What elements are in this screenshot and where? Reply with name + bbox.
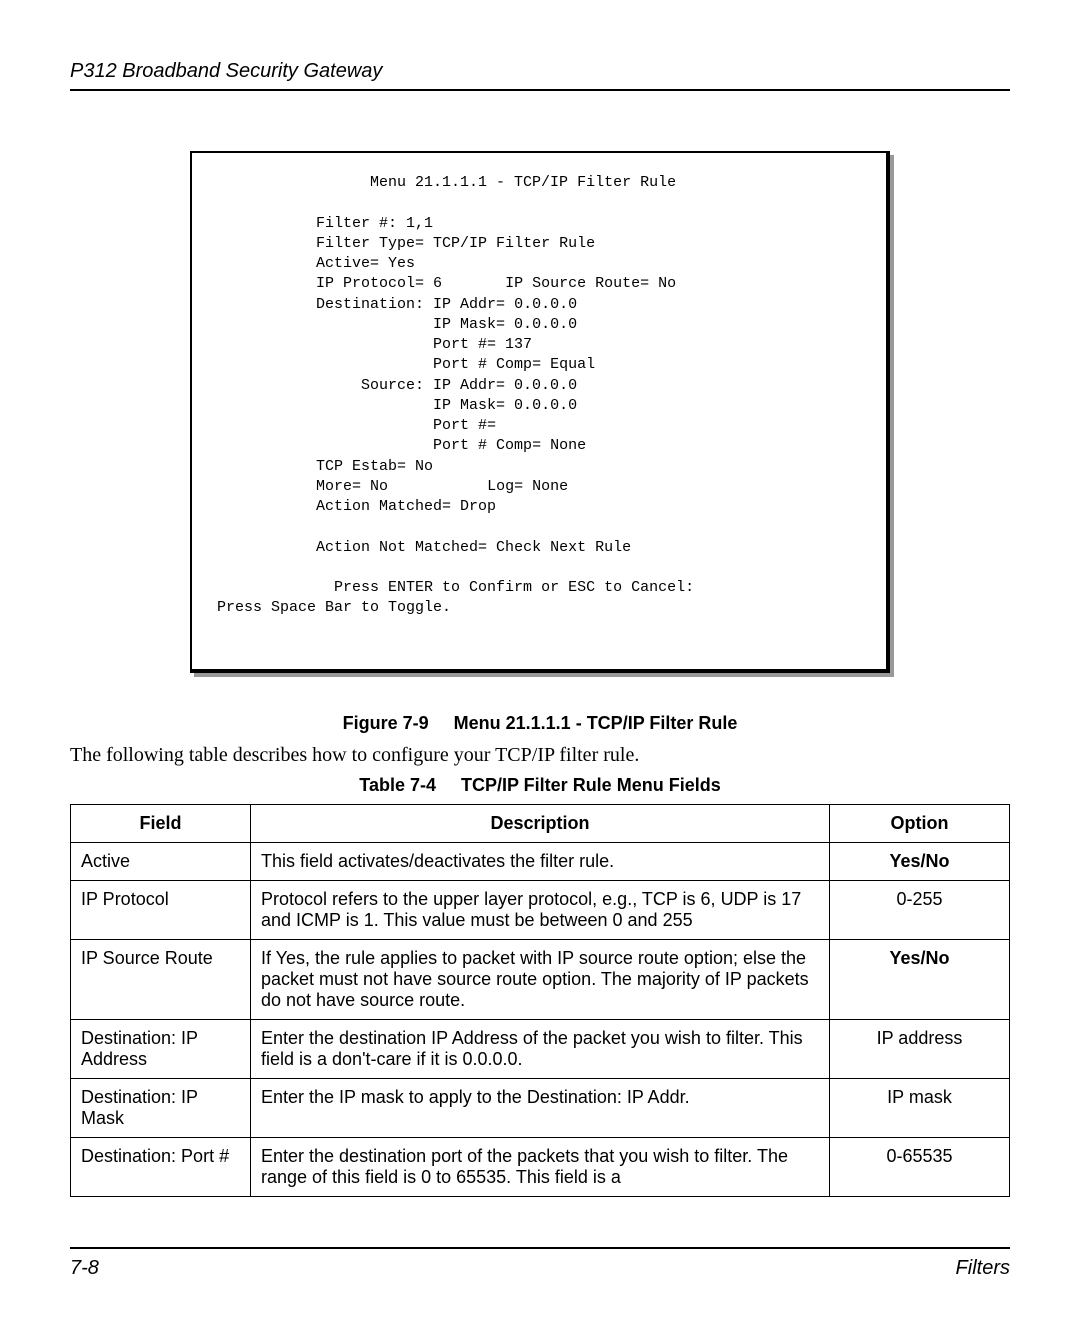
col-option: Option <box>830 804 1010 842</box>
field-cell: Destination: Port # <box>71 1137 251 1196</box>
option-cell: 0-65535 <box>830 1137 1010 1196</box>
table-label: Table 7-4 <box>359 775 436 795</box>
field-cell: Destination: IP Address <box>71 1019 251 1078</box>
tcp-estab: TCP Estab= No <box>316 458 433 475</box>
page-number: 7-8 <box>70 1257 99 1280</box>
active: Active= Yes <box>316 255 415 272</box>
field-cell: IP Source Route <box>71 939 251 1019</box>
col-field: Field <box>71 804 251 842</box>
figure-caption: Figure 7-9 Menu 21.1.1.1 - TCP/IP Filter… <box>70 713 1010 734</box>
log: Log= None <box>487 478 568 495</box>
option-cell: IP mask <box>830 1078 1010 1137</box>
toggle-prompt: Press Space Bar to Toggle. <box>217 599 451 616</box>
ip-source-route: IP Source Route= No <box>505 275 676 292</box>
src-port: Port #= <box>433 417 496 434</box>
table-row: Destination: IP AddressEnter the destina… <box>71 1019 1010 1078</box>
figure-title: Menu 21.1.1.1 - TCP/IP Filter Rule <box>454 713 738 733</box>
description-cell: This field activates/deactivates the fil… <box>251 842 830 880</box>
table-row: IP Source RouteIf Yes, the rule applies … <box>71 939 1010 1019</box>
src-ip: Source: IP Addr= 0.0.0.0 <box>361 377 577 394</box>
field-cell: Destination: IP Mask <box>71 1078 251 1137</box>
body-paragraph: The following table describes how to con… <box>70 744 1010 767</box>
field-cell: Active <box>71 842 251 880</box>
table-row: ActiveThis field activates/deactivates t… <box>71 842 1010 880</box>
menu-title: Menu 21.1.1.1 - TCP/IP Filter Rule <box>370 174 676 191</box>
more: More= No <box>316 478 388 495</box>
page-header: P312 Broadband Security Gateway <box>70 60 1010 91</box>
figure-label: Figure 7-9 <box>343 713 429 733</box>
description-cell: Protocol refers to the upper layer proto… <box>251 880 830 939</box>
table-title: TCP/IP Filter Rule Menu Fields <box>461 775 721 795</box>
option-cell: Yes/No <box>830 939 1010 1019</box>
table-row: IP ProtocolProtocol refers to the upper … <box>71 880 1010 939</box>
option-cell: 0-255 <box>830 880 1010 939</box>
dest-mask: IP Mask= 0.0.0.0 <box>433 316 577 333</box>
page-footer: 7-8 Filters <box>70 1247 1010 1280</box>
table-caption: Table 7-4 TCP/IP Filter Rule Menu Fields <box>70 775 1010 796</box>
description-cell: If Yes, the rule applies to packet with … <box>251 939 830 1019</box>
section-name: Filters <box>956 1257 1010 1280</box>
col-description: Description <box>251 804 830 842</box>
terminal-screen: Menu 21.1.1.1 - TCP/IP Filter Rule Filte… <box>190 151 890 673</box>
option-cell: IP address <box>830 1019 1010 1078</box>
dest-port-comp: Port # Comp= Equal <box>433 356 595 373</box>
field-cell: IP Protocol <box>71 880 251 939</box>
ip-protocol: IP Protocol= 6 <box>316 275 442 292</box>
dest-ip: Destination: IP Addr= 0.0.0.0 <box>316 296 577 313</box>
src-mask: IP Mask= 0.0.0.0 <box>433 397 577 414</box>
filter-num: Filter #: 1,1 <box>316 215 433 232</box>
filter-type: Filter Type= TCP/IP Filter Rule <box>316 235 595 252</box>
table-header-row: Field Description Option <box>71 804 1010 842</box>
description-cell: Enter the IP mask to apply to the Destin… <box>251 1078 830 1137</box>
filter-fields-table: Field Description Option ActiveThis fiel… <box>70 804 1010 1197</box>
confirm-prompt: Press ENTER to Confirm or ESC to Cancel: <box>334 579 694 596</box>
description-cell: Enter the destination IP Address of the … <box>251 1019 830 1078</box>
action-matched: Action Matched= Drop <box>316 498 496 515</box>
description-cell: Enter the destination port of the packet… <box>251 1137 830 1196</box>
src-port-comp: Port # Comp= None <box>433 437 586 454</box>
action-not-matched: Action Not Matched= Check Next Rule <box>316 539 631 556</box>
dest-port: Port #= 137 <box>433 336 532 353</box>
option-cell: Yes/No <box>830 842 1010 880</box>
table-row: Destination: Port #Enter the destination… <box>71 1137 1010 1196</box>
table-row: Destination: IP MaskEnter the IP mask to… <box>71 1078 1010 1137</box>
